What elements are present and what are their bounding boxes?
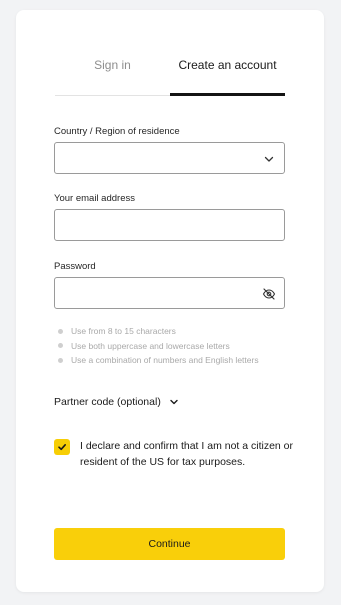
country-label: Country / Region of residence xyxy=(54,126,180,137)
hint-text: Use a combination of numbers and English… xyxy=(71,355,259,365)
password-requirements: Use from 8 to 15 characters Use both upp… xyxy=(58,324,298,368)
email-field: Your email address xyxy=(54,193,285,241)
us-declaration: I declare and confirm that I am not a ci… xyxy=(54,438,294,470)
signup-card: Sign in Create an account Country / Regi… xyxy=(16,10,324,592)
chevron-down-icon xyxy=(170,399,178,405)
bullet-icon xyxy=(58,328,63,334)
auth-tabs: Sign in Create an account xyxy=(55,50,285,96)
tab-create-account-label: Create an account xyxy=(178,58,277,72)
tab-signin-label: Sign in xyxy=(94,58,131,72)
declaration-checkbox[interactable] xyxy=(54,439,70,455)
continue-button[interactable]: Continue xyxy=(54,528,285,560)
chevron-down-icon xyxy=(264,156,274,162)
tab-create-account[interactable]: Create an account xyxy=(170,50,285,96)
partner-code-label: Partner code (optional) xyxy=(54,396,161,408)
country-field: Country / Region of residence xyxy=(54,126,285,174)
password-hint: Use both uppercase and lowercase letters xyxy=(58,339,298,353)
password-label: Password xyxy=(54,261,96,272)
tab-signin[interactable]: Sign in xyxy=(55,50,170,96)
password-input-box[interactable] xyxy=(54,277,285,309)
password-input[interactable] xyxy=(55,278,284,308)
bullet-icon xyxy=(58,357,63,363)
checkmark-icon xyxy=(58,444,66,451)
password-hint: Use from 8 to 15 characters xyxy=(58,324,298,338)
email-input-box[interactable] xyxy=(54,209,285,241)
password-field: Password xyxy=(54,261,285,309)
password-hint: Use a combination of numbers and English… xyxy=(58,353,298,367)
country-input[interactable] xyxy=(55,143,284,173)
bullet-icon xyxy=(58,343,63,348)
hint-text: Use both uppercase and lowercase letters xyxy=(71,340,230,351)
country-select[interactable] xyxy=(54,142,285,174)
hint-text: Use from 8 to 15 characters xyxy=(71,326,176,336)
email-input[interactable] xyxy=(55,210,284,240)
partner-code-toggle[interactable]: Partner code (optional) xyxy=(54,396,179,408)
eye-off-icon[interactable] xyxy=(262,287,276,301)
email-label: Your email address xyxy=(54,193,135,204)
declaration-text: I declare and confirm that I am not a ci… xyxy=(80,440,294,468)
